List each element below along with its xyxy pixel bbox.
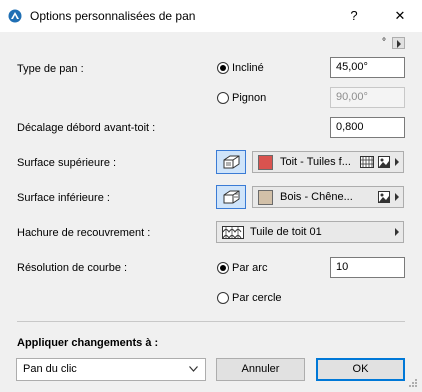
cover-hatch-label: Hachure de recouvrement :: [17, 227, 151, 239]
bottom-surface-swatch: [258, 190, 273, 205]
texture-preview-icon: [378, 191, 390, 203]
bottom-surface-material-picker[interactable]: Bois - Chêne...: [252, 186, 404, 208]
apply-changes-label: Appliquer changements à :: [17, 337, 159, 349]
roof-tile-hatch-icon: [222, 226, 244, 239]
chevron-right-icon: [395, 228, 399, 236]
resize-grip-icon[interactable]: [408, 378, 418, 388]
top-surface-swatch: [258, 155, 273, 170]
incline-radio-label[interactable]: Incliné: [232, 62, 264, 74]
by-circle-radio-label[interactable]: Par cercle: [232, 292, 282, 304]
pignon-radio-label[interactable]: Pignon: [232, 92, 266, 104]
close-button[interactable]: ✕: [390, 6, 410, 26]
pan-type-label: Type de pan :: [17, 63, 84, 75]
cancel-button[interactable]: Annuler: [216, 358, 305, 381]
roof-top-surface-icon: [223, 155, 240, 169]
cover-hatch-picker[interactable]: Tuile de toit 01: [216, 221, 404, 243]
bottom-surface-material-name: Bois - Chêne...: [280, 191, 353, 203]
curve-resolution-label: Résolution de courbe :: [17, 262, 128, 274]
texture-preview-icon: [378, 156, 390, 168]
separator: [17, 321, 405, 322]
chevron-right-icon: [397, 40, 401, 48]
by-arc-radio-label[interactable]: Par arc: [232, 262, 267, 274]
eave-offset-label: Décalage débord avant-toit :: [17, 122, 156, 134]
roof-bottom-surface-icon: [223, 190, 240, 204]
chevron-right-icon: [395, 193, 399, 201]
help-button[interactable]: ?: [344, 6, 364, 26]
top-surface-mode-button[interactable]: [216, 150, 246, 174]
incline-angle-field[interactable]: 45,00°: [330, 57, 405, 78]
by-arc-radio[interactable]: [217, 262, 229, 274]
cover-hatch-name: Tuile de toit 01: [250, 226, 322, 238]
unit-degree-label: °: [382, 37, 386, 48]
title-bar: Options personnalisées de pan ? ✕: [0, 0, 422, 32]
top-surface-label: Surface supérieure :: [17, 157, 117, 169]
top-surface-material-picker[interactable]: Toit - Tuiles f...: [252, 151, 404, 173]
archicad-app-icon: [8, 9, 22, 23]
ok-button[interactable]: OK: [316, 358, 405, 381]
bottom-surface-mode-button[interactable]: [216, 185, 246, 209]
pignon-radio[interactable]: [217, 92, 229, 104]
apply-target-value: Pan du clic: [23, 363, 77, 375]
chevron-right-icon: [395, 158, 399, 166]
arc-segments-field[interactable]: 10: [330, 257, 405, 278]
brick-texture-icon: [360, 156, 374, 168]
bottom-surface-label: Surface inférieure :: [17, 192, 110, 204]
eave-offset-field[interactable]: 0,800: [330, 117, 405, 138]
pignon-angle-field: 90,00°: [330, 87, 405, 108]
incline-radio[interactable]: [217, 62, 229, 74]
window-title: Options personnalisées de pan: [30, 9, 196, 23]
apply-target-select[interactable]: Pan du clic: [16, 358, 206, 381]
top-surface-material-name: Toit - Tuiles f...: [280, 156, 351, 168]
by-circle-radio[interactable]: [217, 292, 229, 304]
unit-options-button[interactable]: [392, 37, 405, 49]
chevron-down-icon: [189, 366, 198, 372]
